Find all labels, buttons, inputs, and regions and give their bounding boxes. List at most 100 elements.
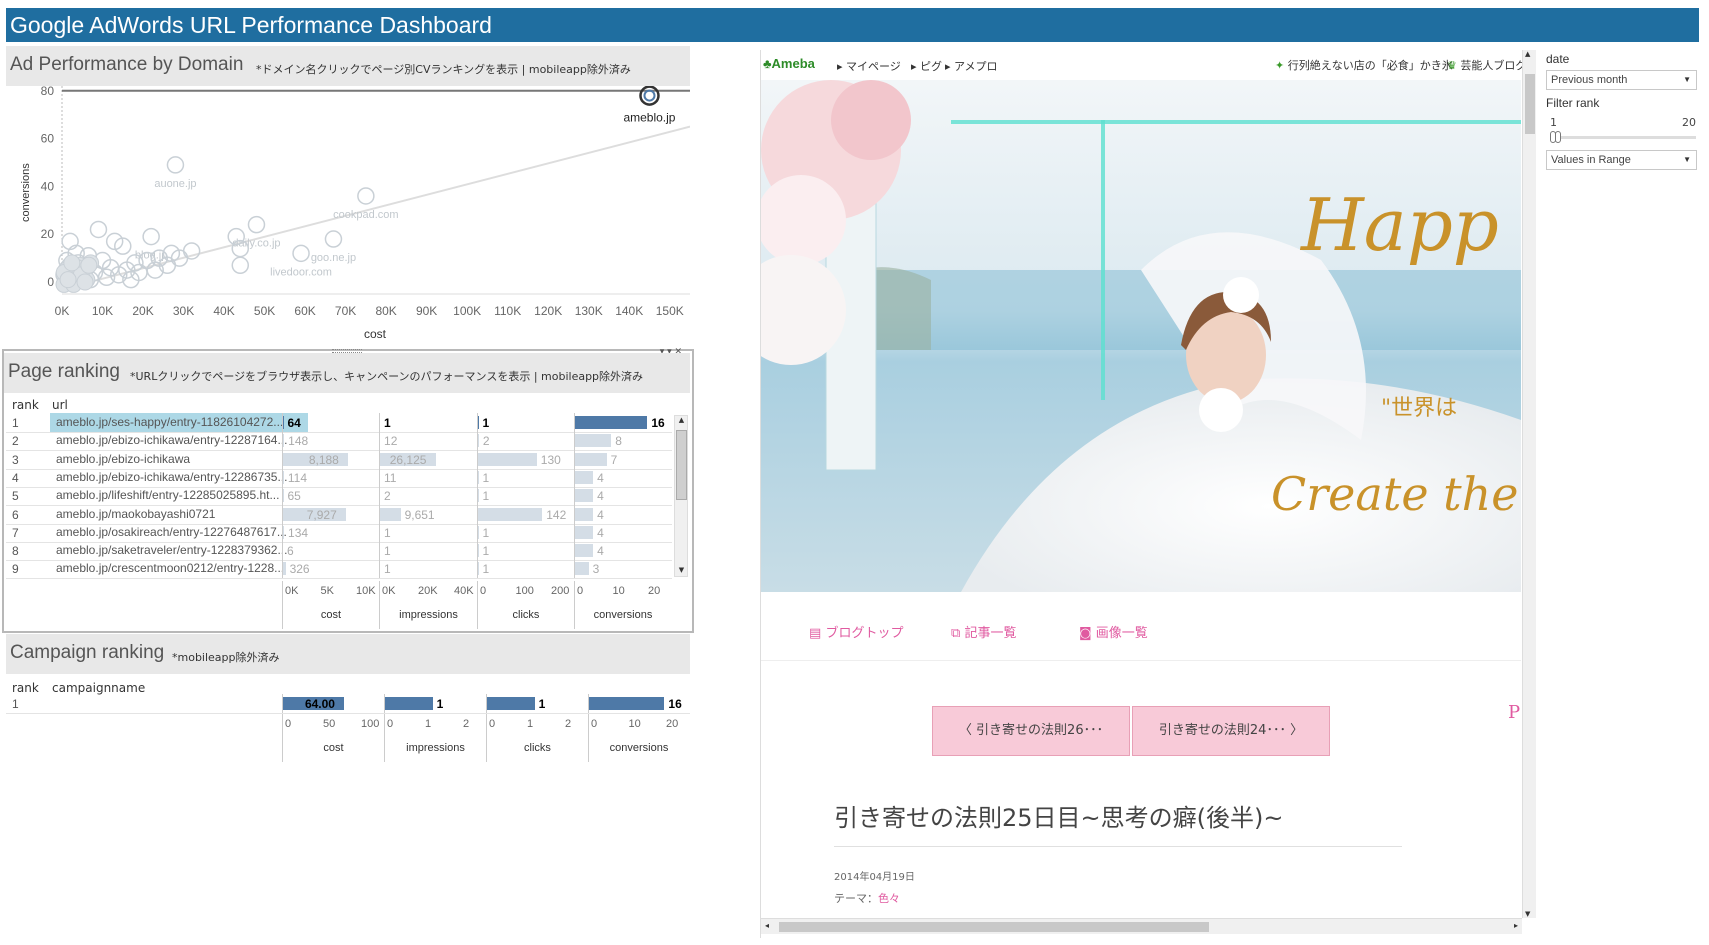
domain-scatter-chart[interactable]: 80 60 40 20 0 0K 10K 20K 30K 40K 50K 60K 70K 80K 90K 10… [6, 84, 691, 348]
range-mode-dropdown[interactable]: Values in Range ▼ [1546, 150, 1697, 170]
scatter-point[interactable] [61, 232, 79, 251]
clicks-cell[interactable]: 1 [477, 559, 574, 579]
clicks-cell[interactable]: 1 [477, 522, 574, 542]
impressions-cell[interactable]: 1 [379, 559, 477, 579]
scatter-point[interactable] [247, 215, 266, 234]
table-row[interactable]: 8 ameblo.jp/saketraveler/entry-1228379362… [6, 541, 672, 562]
web-page-viewer[interactable]: ♣Ameba ▸ マイページ ▸ ピグ ▸ アメプロ ✦ 行列絶えない店の「必食… [760, 50, 1536, 938]
impressions-cell[interactable]: 12 [379, 431, 477, 451]
rank-slider-track[interactable] [1550, 131, 1696, 143]
scroll-up-icon[interactable]: ▲ [676, 416, 687, 426]
nav-link-pigg[interactable]: ▸ ピグ [911, 58, 942, 74]
cost-cell[interactable]: 6 [282, 541, 379, 561]
conversions-cell[interactable]: 4 [574, 486, 671, 506]
conversions-cell[interactable]: 4 [574, 541, 671, 561]
conversions-cell[interactable]: 3 [574, 559, 671, 579]
scatter-point[interactable] [292, 244, 310, 263]
clicks-cell[interactable]: 142 [477, 504, 574, 524]
impressions-cell[interactable]: 26,125 [379, 449, 477, 469]
impressions-cell[interactable]: 1 [379, 413, 477, 432]
table-row[interactable]: 3 ameblo.jp/ebizo-ichikawa 8,188 26,125 130 7 [6, 449, 672, 470]
impressions-cell[interactable]: 11 [379, 467, 477, 487]
impressions-cell[interactable]: 1 [379, 522, 477, 542]
browser-vertical-scrollbar[interactable]: ▲ ▼ [1522, 50, 1536, 918]
impressions-cell[interactable]: 2 [379, 486, 477, 506]
scatter-plot-svg[interactable]: 80 60 40 20 0 0K 10K 20K 30K 40K 50K 60K 70K 80K 90K 10… [6, 84, 691, 348]
cost-cell[interactable]: 64.00 [282, 694, 384, 713]
cost-cell[interactable]: 134 [282, 522, 379, 542]
rank-slider-max-handle[interactable] [1555, 131, 1561, 143]
scatter-point[interactable] [89, 220, 108, 239]
conversions-cell[interactable]: 4 [574, 504, 671, 524]
conversions-cell[interactable]: 4 [574, 522, 671, 542]
impressions-cell[interactable]: 9,651 [379, 504, 477, 524]
cost-cell[interactable]: 8,188 [282, 449, 379, 469]
campaignname-header[interactable]: campaignname [52, 681, 145, 695]
scatter-point[interactable] [324, 230, 343, 248]
table-row[interactable]: 9 ameblo.jp/crescentmoon0212/entry-1228..… [6, 559, 672, 580]
clicks-cell[interactable]: 130 [477, 449, 574, 469]
hscroll-right-icon[interactable]: ▸ [1514, 921, 1518, 930]
browser-horizontal-scrollbar[interactable]: ◂ ▸ [761, 918, 1522, 934]
table-row[interactable]: 7 ameblo.jp/osakireach/entry-12276487617.… [6, 522, 672, 543]
nav-link-amepro[interactable]: ▸ アメプロ [945, 58, 997, 74]
url-cell[interactable]: ameblo.jp/saketraveler/entry-1228379362.… [50, 541, 308, 560]
table-row[interactable]: 6 ameblo.jp/maokobayashi0721 7,927 9,651 142… [6, 504, 672, 525]
scatter-point[interactable] [166, 156, 185, 174]
vscroll-up-icon[interactable]: ▲ [1525, 50, 1530, 58]
scatter-point[interactable] [357, 187, 375, 205]
url-cell[interactable]: ameblo.jp/ebizo-ichikawa/entry-12287164.… [50, 431, 308, 450]
table-row[interactable]: 1 64.00 1 1 16 [6, 694, 690, 714]
cost-cell[interactable]: 114 [282, 467, 379, 487]
tab-image-list[interactable]: ◙ 画像一覧 [1079, 622, 1148, 641]
url-cell[interactable]: ameblo.jp/ebizo-ichikawa/entry-12286735.… [50, 468, 308, 487]
point-label[interactable]: cookpad.com [333, 209, 398, 221]
url-cell[interactable]: ameblo.jp/ebizo-ichikawa [50, 450, 308, 469]
table-row[interactable]: 5 ameblo.jp/lifeshift/entry-12285025895.h… [6, 486, 672, 507]
prev-article-button[interactable]: 〈 引き寄せの法則26･･･ [932, 706, 1130, 756]
scroll-thumb[interactable] [676, 430, 687, 500]
table-row[interactable]: 4 ameblo.jp/ebizo-ichikawa/entry-12286735… [6, 467, 672, 488]
url-column-header[interactable]: url [52, 398, 68, 412]
conversions-cell[interactable]: 7 [574, 449, 671, 469]
conversions-cell[interactable]: 16 [574, 413, 671, 432]
clicks-cell[interactable]: 1 [477, 413, 574, 432]
hscroll-thumb[interactable] [779, 922, 1209, 932]
promo-link[interactable]: ✦ 行列絶えない店の「必食」かき氷 [1275, 57, 1453, 73]
highlighted-point-ameblo[interactable] [639, 85, 660, 106]
tab-article-list[interactable]: ⧉ 記事一覧 [951, 622, 1016, 641]
conversions-cell[interactable]: 4 [574, 467, 671, 487]
impressions-cell[interactable]: 1 [384, 694, 486, 713]
url-cell[interactable]: ameblo.jp/lifeshift/entry-12285025895.ht… [50, 486, 308, 505]
cost-cell[interactable]: 7,927 [282, 504, 379, 524]
tab-blog-top[interactable]: ▤ ブログトップ [809, 622, 903, 641]
clicks-cell[interactable]: 1 [477, 467, 574, 487]
nav-link-mypage[interactable]: ▸ マイページ [837, 58, 901, 74]
clicks-cell[interactable]: 2 [477, 431, 574, 451]
scatter-point[interactable] [231, 256, 250, 275]
page-ranking-scrollbar[interactable]: ▲ ▼ [674, 415, 688, 577]
url-cell[interactable]: ameblo.jp/osakireach/entry-12276487617..… [50, 523, 308, 542]
table-row[interactable]: 2 ameblo.jp/ebizo-ichikawa/entry-12287164… [6, 431, 672, 452]
clicks-cell[interactable]: 1 [477, 486, 574, 506]
url-cell[interactable]: ameblo.jp/crescentmoon0212/entry-1228... [50, 559, 308, 578]
hscroll-left-icon[interactable]: ◂ [765, 921, 769, 930]
rank-column-header[interactable]: rank [12, 398, 39, 412]
url-cell[interactable]: ameblo.jp/ses-happy/entry-11826104272... [50, 413, 308, 432]
scatter-point[interactable] [142, 227, 160, 246]
point-label[interactable]: goo.ne.jp [311, 252, 356, 264]
ameba-logo[interactable]: ♣Ameba [763, 56, 815, 71]
cost-cell[interactable]: 326 [282, 559, 379, 579]
theme-link[interactable]: 色々 [878, 892, 900, 905]
cost-cell[interactable]: 64 [282, 413, 379, 432]
celebrity-blog-link[interactable]: ♛ 芸能人ブログ [1447, 57, 1526, 73]
clicks-cell[interactable]: 1 [486, 694, 588, 713]
date-filter-dropdown[interactable]: Previous month ▼ [1546, 70, 1697, 90]
campaign-rank-header[interactable]: rank [12, 681, 39, 695]
url-cell[interactable]: ameblo.jp/maokobayashi0721 [50, 505, 308, 524]
cost-cell[interactable]: 148 [282, 431, 379, 451]
cost-cell[interactable]: 65 [282, 486, 379, 506]
scroll-down-icon[interactable]: ▼ [676, 566, 687, 576]
table-row[interactable]: 1 ameblo.jp/ses-happy/entry-11826104272..… [6, 413, 672, 433]
point-label[interactable]: livedoor.com [270, 266, 332, 278]
